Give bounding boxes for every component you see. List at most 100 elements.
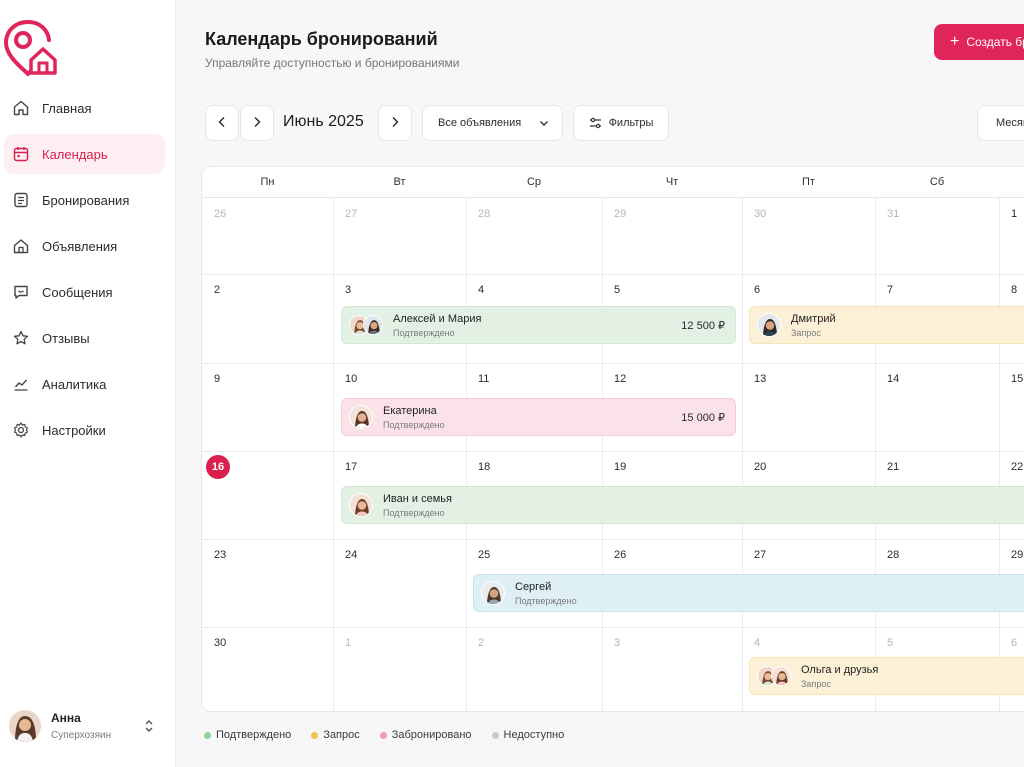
legend-item: Подтверждено [204, 729, 291, 741]
day-number: 4 [478, 284, 485, 296]
day-number: 29 [614, 208, 627, 220]
day-number: 11 [478, 373, 490, 385]
guest-name: Ольга и друзья [801, 663, 879, 676]
calendar-day-cell[interactable] [202, 363, 333, 451]
guest-name: Дмитрий [791, 312, 836, 325]
day-number: 21 [887, 461, 900, 473]
sidebar-nav: Главная Календарь Бронирования Объявлени… [4, 88, 165, 456]
day-number: 17 [345, 461, 358, 473]
plus-icon: + [950, 33, 960, 50]
sidebar-item-analytics[interactable]: Аналитика [4, 364, 165, 404]
next-month-button[interactable] [378, 105, 412, 141]
weekday-header: Ср [466, 167, 602, 198]
calendar-day-cell[interactable] [202, 274, 333, 363]
legend-label: Подтверждено [216, 729, 292, 741]
day-number: 28 [887, 549, 900, 561]
sidebar-item-calendar[interactable]: Календарь [4, 134, 165, 174]
user-menu[interactable]: Анна Суперхозяин [9, 708, 159, 744]
sidebar: Главная Календарь Бронирования Объявлени… [0, 0, 176, 767]
guest-name: Иван и семья [383, 492, 452, 505]
avatar [481, 581, 505, 605]
chevron-right-icon [390, 116, 400, 131]
booking-event[interactable]: Дмитрий Запрос [749, 306, 1024, 344]
day-number: 29 [1011, 549, 1024, 561]
sidebar-item-label: Аналитика [42, 376, 107, 392]
booking-event[interactable]: Сергей Подтверждено [473, 574, 1024, 612]
day-number: 2 [478, 637, 485, 649]
filter-icon [589, 117, 602, 129]
chevron-down-icon [539, 118, 549, 131]
calendar-day-cell[interactable] [602, 627, 742, 711]
guest-avatars [349, 493, 373, 517]
guest-name: Екатерина [383, 404, 437, 417]
filters-button[interactable]: Фильтры [573, 105, 669, 141]
logo-icon[interactable] [2, 18, 58, 77]
sidebar-item-messages[interactable]: Сообщения [4, 272, 165, 312]
weekday-header: Вт [333, 167, 466, 198]
page-title: Календарь бронирований [205, 29, 438, 49]
chevron-up-down-icon[interactable] [143, 717, 155, 735]
booking-event[interactable]: Ольга и друзья Запрос [749, 657, 1024, 695]
day-number: 9 [214, 373, 221, 385]
legend-dot [379, 731, 387, 739]
day-number: 5 [614, 284, 621, 296]
listing-select[interactable]: Все объявления [422, 105, 563, 141]
weekday-header: Пн [202, 167, 333, 198]
day-number: 7 [887, 284, 894, 296]
day-number: 20 [754, 461, 767, 473]
avatar [771, 666, 791, 686]
chevron-right-icon [252, 116, 262, 131]
legend-item: Запрос [311, 729, 360, 741]
calendar-day-cell[interactable] [333, 627, 466, 711]
guest-avatars [757, 313, 781, 337]
weekday-header: Чт [602, 167, 742, 198]
user-name: Анна [51, 711, 81, 725]
sidebar-item-bookings[interactable]: Бронирования [4, 180, 165, 220]
day-number: 27 [345, 208, 358, 220]
day-number: 4 [754, 637, 761, 649]
calendar-grid: ПнВтСрЧтПтСбВс26272829303112345678910111… [201, 166, 1024, 712]
day-number: 26 [614, 549, 627, 561]
booking-event[interactable]: Алексей и Мария Подтверждено 12 500 ₽ [341, 306, 736, 344]
create-booking-button[interactable]: + Создать бронирование [934, 24, 1024, 60]
view-select[interactable]: Месяц [977, 105, 1024, 141]
gear-icon [12, 421, 30, 439]
day-number: 13 [754, 373, 767, 385]
sidebar-item-home[interactable]: Главная [4, 88, 165, 128]
sidebar-item-settings[interactable]: Настройки [4, 410, 165, 450]
day-number: 18 [478, 461, 491, 473]
avatar [349, 405, 373, 429]
day-number: 23 [214, 549, 227, 561]
day-number: 26 [214, 208, 227, 220]
day-number: 2 [214, 284, 221, 296]
day-number: 3 [614, 637, 621, 649]
booking-price: 12 500 ₽ [681, 320, 725, 332]
legend-dot [491, 731, 499, 739]
day-number: 19 [614, 461, 627, 473]
legend-label: Забронировано [391, 729, 472, 741]
day-number: 1 [345, 637, 352, 649]
guest-avatars [757, 666, 791, 686]
guest-name: Сергей [515, 580, 552, 593]
sidebar-item-label: Сообщения [42, 284, 113, 300]
booking-status: Подтверждено [515, 595, 577, 606]
next-button[interactable] [240, 105, 274, 141]
weekday-header: Сб [875, 167, 999, 198]
guest-name: Алексей и Мария [393, 312, 482, 325]
sidebar-item-listings[interactable]: Объявления [4, 226, 165, 266]
message-icon [12, 283, 30, 301]
day-number: 14 [887, 373, 900, 385]
prev-button[interactable] [205, 105, 239, 141]
guest-avatars [349, 315, 383, 335]
booking-event[interactable]: Иван и семья Подтверждено [341, 486, 1024, 524]
sidebar-item-reviews[interactable]: Отзывы [4, 318, 165, 358]
calendar-day-cell[interactable] [466, 627, 602, 711]
day-number: 30 [754, 208, 767, 220]
booking-event[interactable]: Екатерина Подтверждено 15 000 ₽ [341, 398, 736, 436]
today-marker: 16 [206, 455, 230, 479]
day-number: 5 [887, 637, 894, 649]
star-icon [12, 329, 30, 347]
legend-dot [204, 731, 211, 739]
legend-item: Недоступно [491, 729, 564, 741]
guest-avatars [481, 581, 505, 605]
